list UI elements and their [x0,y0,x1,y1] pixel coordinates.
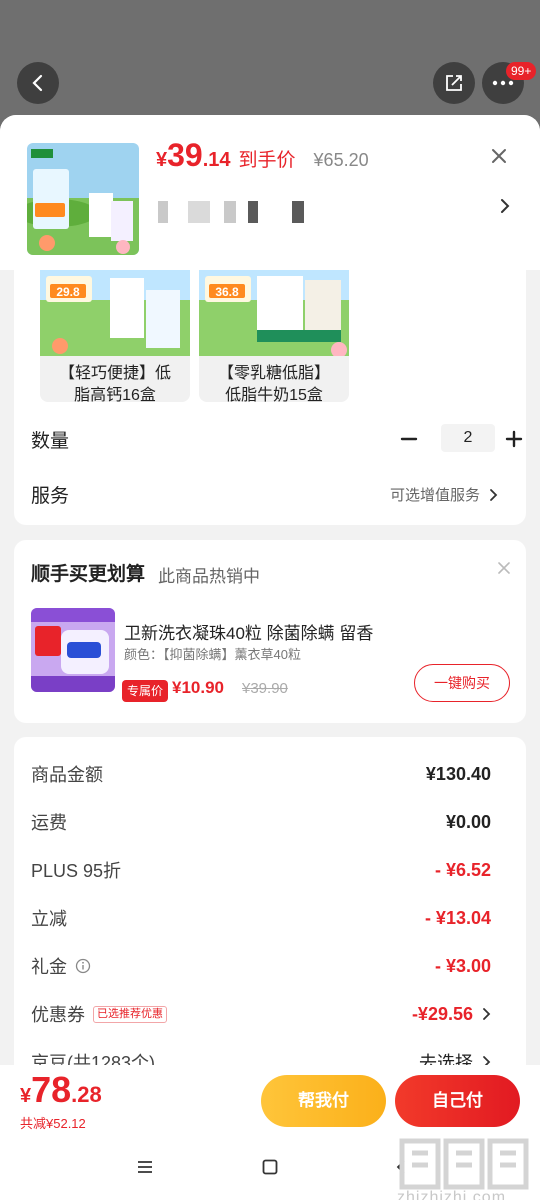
summary-row-shipping: 运费 ¥0.00 [31,809,491,835]
close-icon[interactable] [496,560,512,576]
back-button[interactable] [17,62,59,104]
summary-value: ¥0.00 [445,811,491,832]
sku-option[interactable]: 29.8 【轻巧便捷】低 脂高钙16盒 [40,270,190,402]
notification-badge: 99+ [506,62,537,80]
total-decimal: .28 [71,1082,102,1107]
price-integer: 39 [167,137,203,173]
chevron-right-icon [483,1008,491,1020]
service-hint: 可选增值服务 [390,487,481,504]
sku-label-line2: 脂高钙16盒 [74,387,156,402]
sku-promo-price: 29.8 [56,285,80,299]
final-price-label: 到手价 [238,150,296,171]
summary-row-plus-discount: PLUS 95折 - ¥6.52 [31,857,491,883]
exclusive-price-tag: 专属价 [122,680,169,702]
home-square-icon[interactable] [261,1158,279,1176]
summary-value: - ¥13.04 [424,907,491,928]
minus-icon[interactable] [399,429,419,449]
summary-label: 运费 [31,813,67,833]
plus-icon[interactable] [504,429,524,449]
chevron-right-icon[interactable] [498,197,512,215]
summary-value: - ¥6.52 [434,859,491,880]
summary-label: 商品金额 [31,765,103,785]
quick-buy-button[interactable]: 一键购买 [414,664,510,702]
summary-value: - ¥3.00 [434,955,491,976]
summary-row-coupon[interactable]: 优惠券 已选推荐优惠 -¥29.56 [31,1001,491,1027]
price-symbol: ¥ [156,149,168,171]
chevron-left-icon [32,74,43,92]
watermark-text: zhizhizhi.com [397,1189,507,1200]
product-thumbnail [27,143,139,255]
total-saved: 共减¥52.12 [20,1116,86,1131]
service-label: 服务 [31,486,70,507]
sku-image: 36.8 [199,270,349,358]
share-button[interactable] [433,62,475,104]
order-summary-card: 商品金额 ¥130.40 运费 ¥0.00 PLUS 95折 - ¥6.52 立… [14,737,526,1077]
summary-value: ¥130.40 [425,763,491,784]
original-price: ¥65.20 [313,150,369,170]
upsell-product-spec: 颜色：【抑菌除螨】薰衣草40粒 [124,647,301,662]
price-row: ¥ 39 .14 到手价 ¥65.20 [156,137,369,174]
menu-icon[interactable] [136,1158,154,1176]
checkout-bar: ¥ 78 .28 共减¥52.12 帮我付 自己付 zhizhizhi.com [0,1065,540,1200]
sku-promo-price: 36.8 [215,285,239,299]
watermark-logo-icon [399,1138,529,1190]
quantity-label: 数量 [31,431,70,452]
summary-row-gift-cash: 礼金 - ¥3.00 [31,953,491,979]
info-icon[interactable] [75,958,91,974]
summary-row-subtotal: 商品金额 ¥130.40 [31,761,491,787]
summary-label: 礼金 [31,957,67,977]
product-header: ¥ 39 .14 到手价 ¥65.20 [0,115,540,270]
service-selector[interactable]: 可选增值服务 [390,484,498,505]
quantity-stepper[interactable]: 2 [441,424,495,452]
sku-option[interactable]: 36.8 【零乳糖低脂】 低脂牛奶15盒 [199,270,349,402]
help-pay-button[interactable]: 帮我付 [261,1075,386,1127]
summary-label: 立减 [31,909,67,929]
total-integer: 78 [31,1069,72,1110]
more-dots-icon [492,80,514,86]
price-decimal: .14 [202,149,231,171]
self-pay-button[interactable]: 自己付 [395,1075,520,1127]
recommended-coupon-tag: 已选推荐优惠 [93,1005,167,1023]
checkout-sheet: ¥ 39 .14 到手价 ¥65.20 29.8 【轻巧便捷】低 脂高钙16盒 … [0,115,540,1200]
summary-label: PLUS 95折 [31,861,122,881]
summary-label: 优惠券 [31,1005,85,1025]
upsell-product-name[interactable]: 卫新洗衣凝珠40粒 除菌除螨 留香 [124,619,373,644]
upsell-subtitle: 此商品热销中 [158,567,260,586]
upsell-price: ¥10.90 [172,678,224,697]
sku-label-line2: 低脂牛奶15盒 [225,387,323,402]
sku-image: 29.8 [40,270,190,356]
summary-value: -¥29.56 [411,1003,473,1024]
upsell-card: 顺手买更划算 此商品热销中 卫新洗衣凝珠40粒 除菌除螨 留香 颜色：【抑菌除螨… [14,540,526,723]
share-icon [446,75,462,91]
sku-label-line1: 【零乳糖低脂】 [217,365,330,382]
chevron-right-icon [490,488,498,501]
upsell-title: 顺手买更划算 [31,564,146,585]
total-symbol: ¥ [20,1085,32,1107]
total-price: ¥ 78 .28 [20,1069,102,1111]
close-icon[interactable] [488,145,510,167]
blurred-address [158,201,304,223]
summary-row-instant-discount: 立减 - ¥13.04 [31,905,491,931]
upsell-product-image[interactable] [31,608,115,692]
sku-label-line1: 【轻巧便捷】低 [58,365,171,382]
sku-options-card: 29.8 【轻巧便捷】低 脂高钙16盒 36.8 【零乳糖低脂】 低脂牛奶15盒… [14,270,526,525]
upsell-original-price: ¥39.90 [242,680,288,697]
